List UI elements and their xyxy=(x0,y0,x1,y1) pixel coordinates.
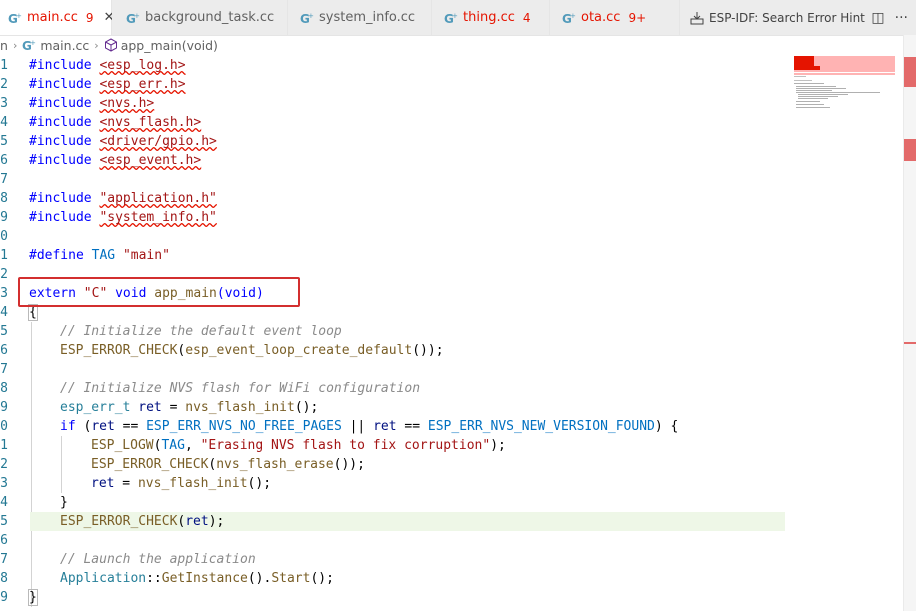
code-editor[interactable]: 1 #include <esp_log.h> 2 #include <esp_err… xyxy=(0,56,916,611)
error-count-badge: 4 xyxy=(522,10,531,25)
tab-background-task-cc[interactable]: G + background_task.cc xyxy=(112,0,288,35)
error-marker xyxy=(904,139,916,161)
error-marker xyxy=(904,342,916,344)
breadcrumb: n › G + main.cc › app_main(void) xyxy=(0,35,916,55)
svg-text:+: + xyxy=(570,12,576,20)
cpp-file-icon: G + xyxy=(126,11,140,26)
code-line: 11#define TAG "main" xyxy=(0,248,170,263)
tab-ota-cc[interactable]: G + ota.cc 9+ xyxy=(550,0,680,35)
code-line: 17 xyxy=(0,362,8,377)
minimap[interactable] xyxy=(792,56,895,176)
code-line: 22ESP_ERROR_CHECK(nvs_flash_erase()); xyxy=(0,457,365,472)
tab-label: ota.cc xyxy=(581,10,621,25)
breadcrumb-file[interactable]: main.cc xyxy=(40,38,89,53)
error-count-badge: 9 xyxy=(85,10,94,25)
svg-text:+: + xyxy=(30,39,36,47)
code-line: 8 #include "application.h" xyxy=(0,191,217,206)
chevron-right-icon: › xyxy=(12,38,18,52)
highlight-annotation-box xyxy=(18,277,300,307)
code-line: 2 #include <esp_err.h> xyxy=(0,77,186,92)
tab-label: background_task.cc xyxy=(145,10,275,25)
breadcrumb-symbol[interactable]: app_main(void) xyxy=(121,38,218,53)
tab-main-cc[interactable]: G + main.cc 9 ✕ xyxy=(0,0,114,35)
code-line: 9 #include "system_info.h" xyxy=(0,210,217,225)
svg-text:+: + xyxy=(452,12,458,20)
code-line: 28Application::GetInstance().Start(); xyxy=(0,571,334,586)
code-line: 15// Initialize the default event loop xyxy=(0,324,342,339)
cpp-file-icon: G + xyxy=(8,11,22,26)
code-line: 21ESP_LOGW(TAG, "Erasing NVS flash to fi… xyxy=(0,438,506,453)
code-line: 20if (ret == ESP_ERR_NVS_NO_FREE_PAGES |… xyxy=(0,419,679,434)
code-line: 5 #include <driver/gpio.h> xyxy=(0,134,217,149)
code-line: 23ret = nvs_flash_init(); xyxy=(0,476,272,491)
code-line-highlighted: 25ESP_ERROR_CHECK(ret); xyxy=(0,512,790,531)
search-error-hint-icon xyxy=(690,11,704,25)
code-line: 3 #include <nvs.h> xyxy=(0,96,155,111)
vertical-scrollbar[interactable] xyxy=(903,35,916,611)
code-line: 27// Launch the application xyxy=(0,552,256,567)
breadcrumb-root[interactable]: n xyxy=(0,38,8,53)
error-marker xyxy=(904,57,916,87)
code-line: 4 #include <nvs_flash.h> xyxy=(0,115,202,130)
tab-thing-cc[interactable]: G + thing.cc 4 xyxy=(432,0,550,35)
tab-system-info-cc[interactable]: G + system_info.cc xyxy=(288,0,432,35)
code-line: 10 xyxy=(0,229,8,244)
split-editor-icon[interactable]: ◫ xyxy=(871,10,884,26)
tab-label: ESP-IDF: Search Error Hint xyxy=(709,10,865,25)
tab-label: thing.cc xyxy=(463,10,515,25)
code-line: 1 #include <esp_log.h> xyxy=(0,58,186,73)
code-line: 26 xyxy=(0,533,8,548)
tab-esp-idf-search-error-hint[interactable]: ESP-IDF: Search Error Hint ◫ ··· xyxy=(680,0,916,35)
cpp-file-icon: G + xyxy=(444,11,458,26)
more-actions-icon[interactable]: ··· xyxy=(895,10,908,26)
code-line: 19esp_err_t ret = nvs_flash_init(); xyxy=(0,400,319,415)
cpp-file-icon: G + xyxy=(562,11,576,26)
cpp-file-icon: G + xyxy=(22,38,36,53)
code-line: 24} xyxy=(0,495,68,510)
code-line: 6 #include <esp_event.h> xyxy=(0,153,202,168)
svg-text:+: + xyxy=(134,12,140,20)
tab-bar: G + main.cc 9 ✕ G + background_task.cc G + … xyxy=(0,0,916,36)
chevron-right-icon: › xyxy=(94,38,99,52)
symbol-method-icon xyxy=(104,38,118,52)
svg-text:+: + xyxy=(308,12,314,20)
tab-label: main.cc xyxy=(27,10,78,25)
code-line: 18// Initialize NVS flash for WiFi confi… xyxy=(0,381,421,396)
tab-label: system_info.cc xyxy=(319,10,416,25)
error-count-badge: 9+ xyxy=(628,10,647,25)
code-line: 16ESP_ERROR_CHECK(esp_event_loop_create_… xyxy=(0,343,444,358)
code-line: 7 xyxy=(0,172,8,187)
code-line: 29} xyxy=(0,589,38,606)
svg-text:+: + xyxy=(16,12,22,20)
cpp-file-icon: G + xyxy=(300,11,314,26)
